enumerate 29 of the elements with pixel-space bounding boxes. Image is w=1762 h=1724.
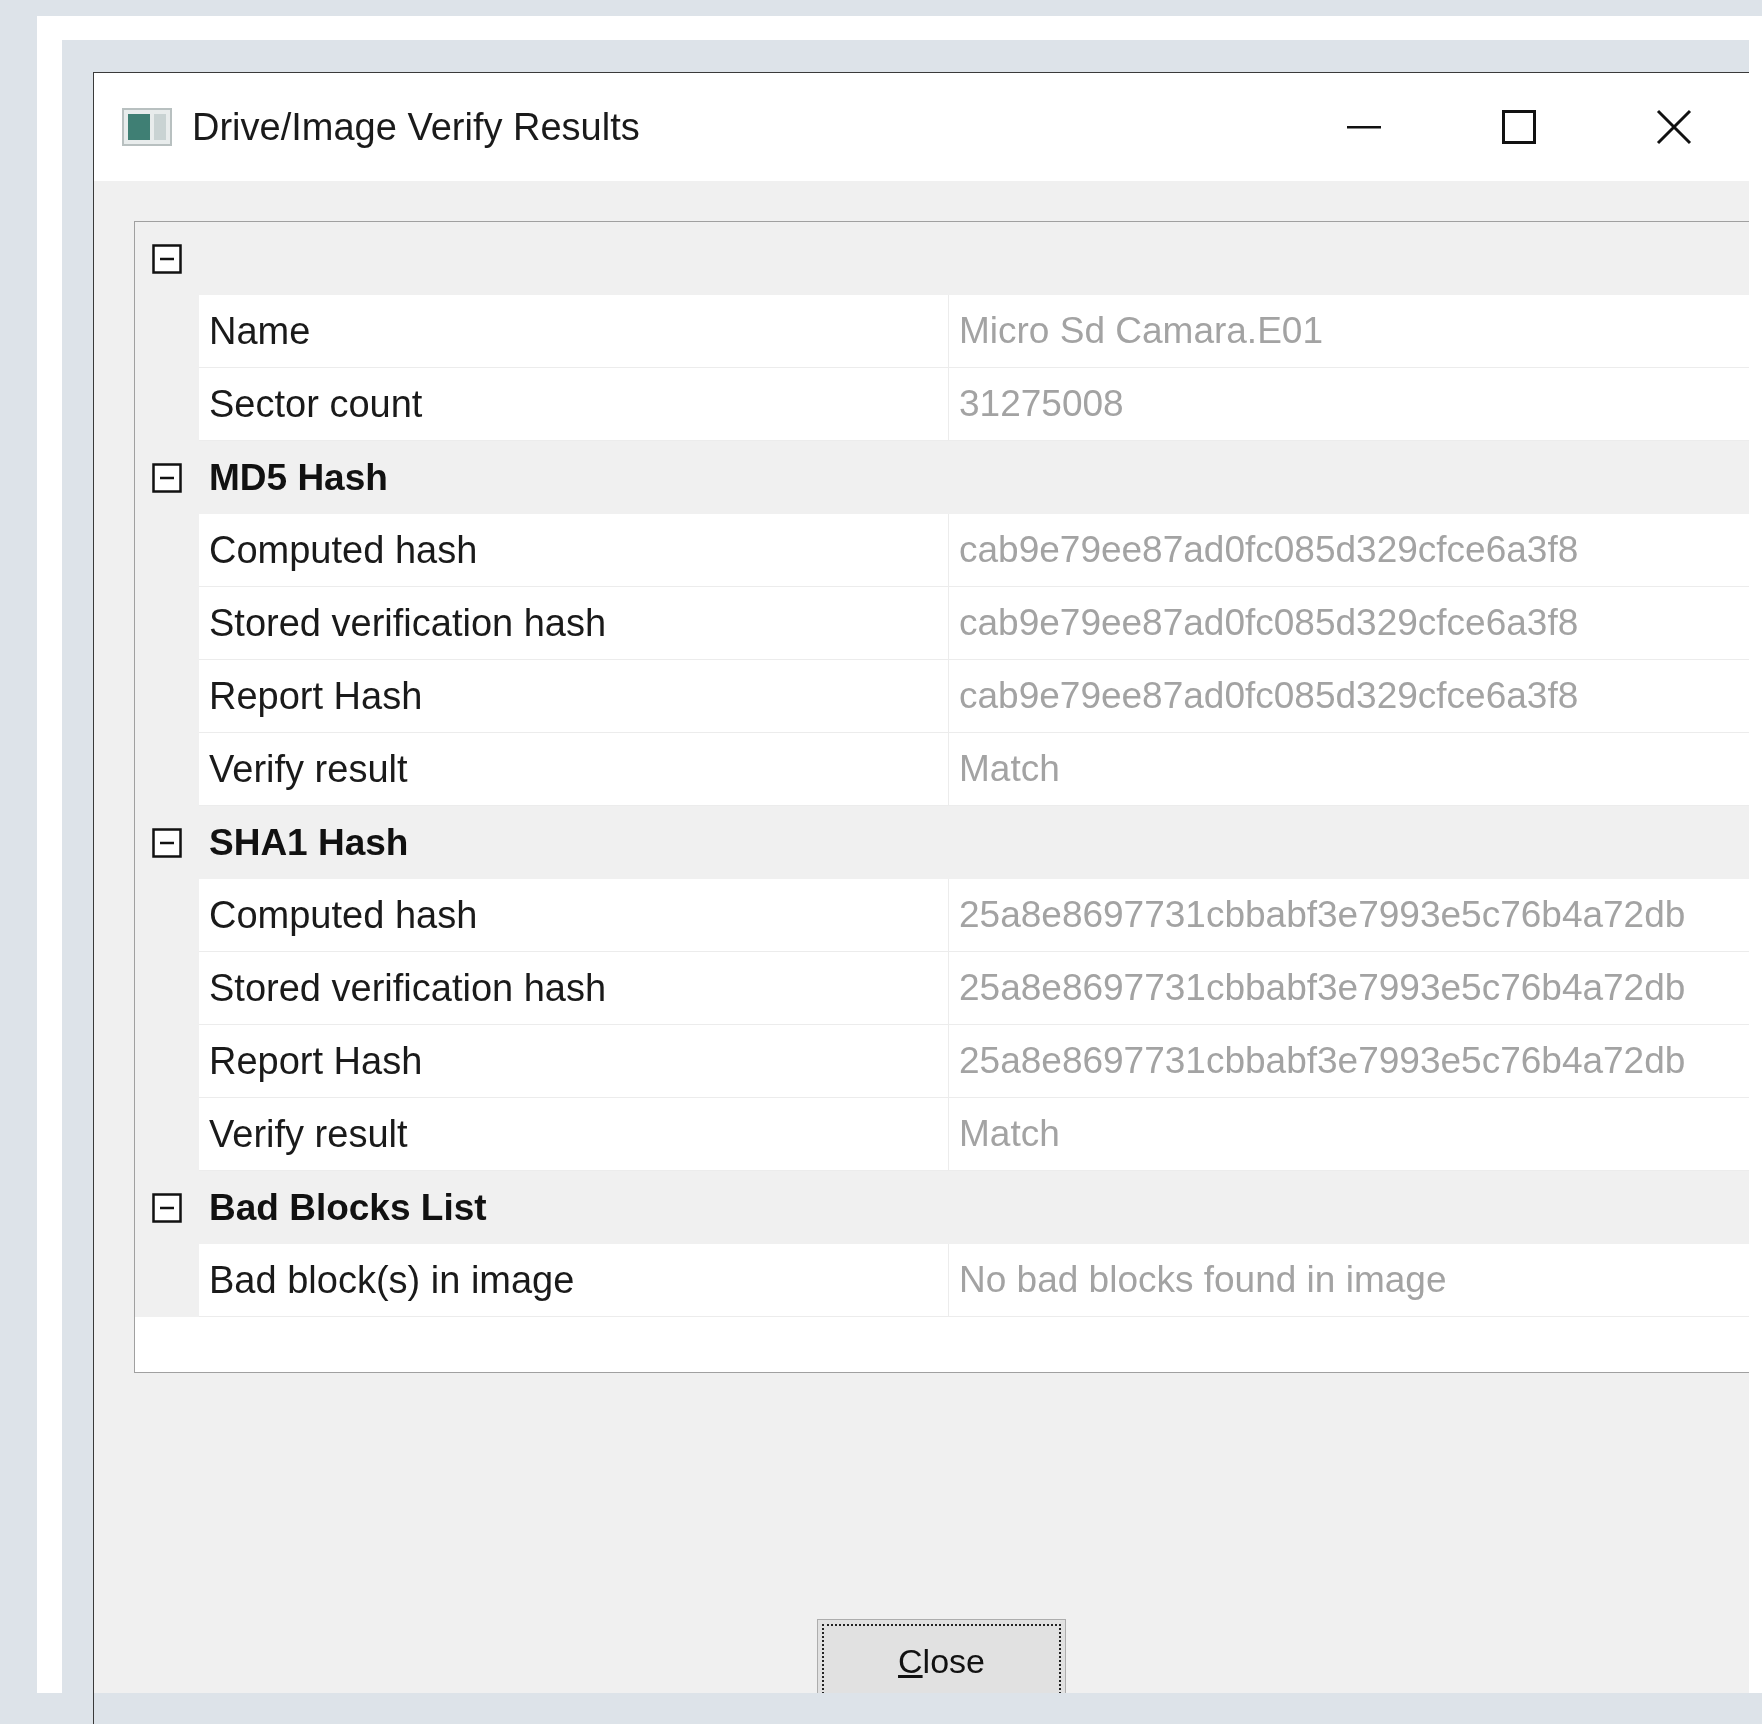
group-title: MD5 Hash	[209, 455, 388, 500]
property-value: cab9e79ee87ad0fc085d329cfce6a3f8	[948, 660, 1749, 733]
collapse-icon[interactable]	[152, 243, 182, 274]
property-value: cab9e79ee87ad0fc085d329cfce6a3f8	[948, 587, 1749, 660]
collapse-icon[interactable]	[152, 462, 182, 493]
property-name: Computed hash	[199, 514, 948, 587]
property-name: Computed hash	[199, 879, 948, 952]
close-button[interactable]: Close	[817, 1619, 1066, 1693]
collapse-icon[interactable]	[152, 1192, 182, 1223]
window-title: Drive/Image Verify Results	[192, 104, 640, 150]
close-icon	[1656, 109, 1692, 145]
property-name: Report Hash	[199, 1025, 948, 1098]
property-name: Stored verification hash	[199, 952, 948, 1025]
property-value: Micro Sd Camara.E01	[948, 295, 1749, 368]
property-value: No bad blocks found in image	[948, 1244, 1749, 1317]
group-title: Bad Blocks List	[209, 1185, 487, 1230]
property-name: Name	[199, 295, 948, 368]
app-icon	[122, 108, 172, 146]
property-name: Bad block(s) in image	[199, 1244, 948, 1317]
property-value: cab9e79ee87ad0fc085d329cfce6a3f8	[948, 514, 1749, 587]
property-value: 25a8e8697731cbbabf3e7993e5c76b4a72db	[948, 1025, 1749, 1098]
property-value: 25a8e8697731cbbabf3e7993e5c76b4a72db	[948, 879, 1749, 952]
minimize-icon	[1347, 125, 1381, 129]
property-name: Report Hash	[199, 660, 948, 733]
group-title: SHA1 Hash	[209, 820, 409, 865]
property-value: 25a8e8697731cbbabf3e7993e5c76b4a72db	[948, 952, 1749, 1025]
collapse-icon[interactable]	[152, 827, 182, 858]
property-name: Stored verification hash	[199, 587, 948, 660]
maximize-icon	[1502, 110, 1536, 144]
